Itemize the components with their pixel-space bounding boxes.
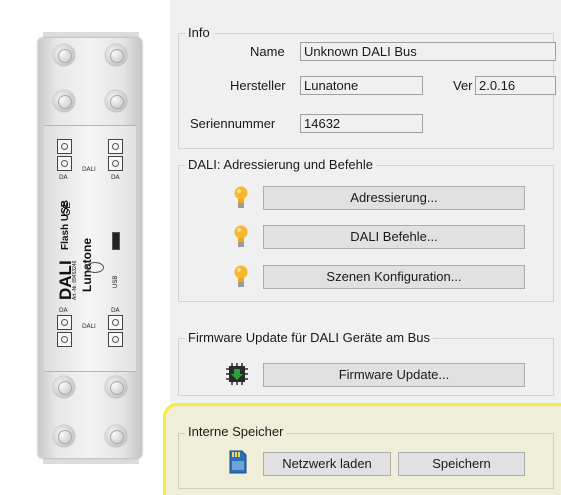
screw-icon [105,90,127,112]
load-network-button[interactable]: Netzwerk laden [263,452,391,476]
terminal-bus-label: DALI [82,166,96,173]
memory-group-title: Interne Speicher [185,424,287,439]
serial-label: Seriennummer [190,116,276,131]
terminal-label: DA [111,307,120,314]
terminal-icon [57,332,72,347]
terminal-label: DA [111,174,120,181]
terminal-bus-label: DALI [82,323,96,330]
firmware-group-title: Firmware Update für DALI Geräte am Bus [185,330,434,345]
usb-label: USB [113,275,119,288]
screw-icon [105,425,127,447]
name-label: Name [250,44,285,59]
manufacturer-label: Hersteller [230,78,286,93]
terminal-label: DA [59,174,68,181]
terminal-icon [108,315,123,330]
terminal-icon [108,332,123,347]
din-rail-clip-bottom [43,458,139,464]
terminal-icon [108,139,123,154]
ce-mark: CE [62,202,73,216]
terminal-icon [108,156,123,171]
screw-icon [53,425,75,447]
lightbulb-icon [234,225,248,247]
save-button[interactable]: Speichern [398,452,525,476]
terminal-icon [57,315,72,330]
sd-card-icon [229,450,247,474]
dali-group-title: DALI: Adressierung und Befehle [185,157,377,172]
info-group-title: Info [185,25,213,40]
dali-commands-button[interactable]: DALI Befehle... [263,225,525,249]
screw-icon [105,44,127,66]
version-field[interactable]: 2.0.16 [475,76,556,95]
screw-icon [53,44,75,66]
certification-seal-icon [86,262,104,273]
manufacturer-field[interactable]: Lunatone [300,76,423,95]
device-article-number: Art.-Nr. 89453246 [72,260,78,300]
chip-update-icon [226,363,248,385]
name-field[interactable]: Unknown DALI Bus [300,42,556,61]
lightbulb-icon [234,265,248,287]
terminal-icon [57,156,72,171]
lightbulb-icon [234,186,248,208]
scenes-configuration-button[interactable]: Szenen Konfiguration... [263,265,525,289]
terminal-icon [57,139,72,154]
device-image: DA DA DALI DA DA DALI DALI Flash USB Art… [0,0,170,495]
terminal-label: DA [59,307,68,314]
screw-icon [105,376,127,398]
firmware-update-button[interactable]: Firmware Update... [263,363,525,387]
version-label: Ver [453,78,473,93]
screw-icon [53,376,75,398]
serial-field[interactable]: 14632 [300,114,423,133]
usb-port-icon [112,232,120,250]
addressing-button[interactable]: Adressierung... [263,186,525,210]
screw-icon [53,90,75,112]
